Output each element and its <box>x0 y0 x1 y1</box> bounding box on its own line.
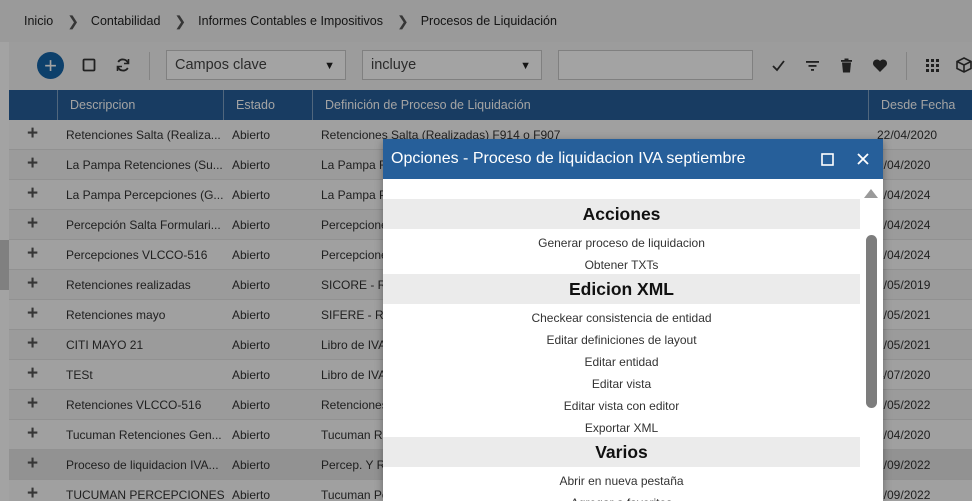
section-heading: Edicion XML <box>383 274 860 304</box>
option-item[interactable]: Exportar XML <box>383 417 860 439</box>
maximize-icon[interactable] <box>815 147 839 171</box>
dialog-title: Opciones - Proceso de liquidacion IVA se… <box>391 150 746 167</box>
option-item[interactable]: Obtener TXTs <box>383 254 860 276</box>
section-heading: Varios <box>383 437 860 467</box>
dialog-header: Opciones - Proceso de liquidacion IVA se… <box>383 139 883 179</box>
dialog-body: Acciones Generar proceso de liquidacion Ob… <box>383 189 883 501</box>
option-item[interactable]: Abrir en nueva pestaña <box>383 470 860 492</box>
option-item[interactable]: Generar proceso de liquidacion <box>383 232 860 254</box>
options-dialog: Opciones - Proceso de liquidacion IVA se… <box>383 139 883 501</box>
option-item[interactable]: Editar definiciones de layout <box>383 329 860 351</box>
close-icon[interactable] <box>851 147 875 171</box>
option-item[interactable]: Agregar a favoritos <box>383 492 860 501</box>
option-item[interactable]: Editar vista <box>383 373 860 395</box>
option-item[interactable]: Editar vista con editor <box>383 395 860 417</box>
option-item[interactable]: Checkear consistencia de entidad <box>383 307 860 329</box>
section-heading: Acciones <box>383 199 860 229</box>
option-item[interactable]: Editar entidad <box>383 351 860 373</box>
